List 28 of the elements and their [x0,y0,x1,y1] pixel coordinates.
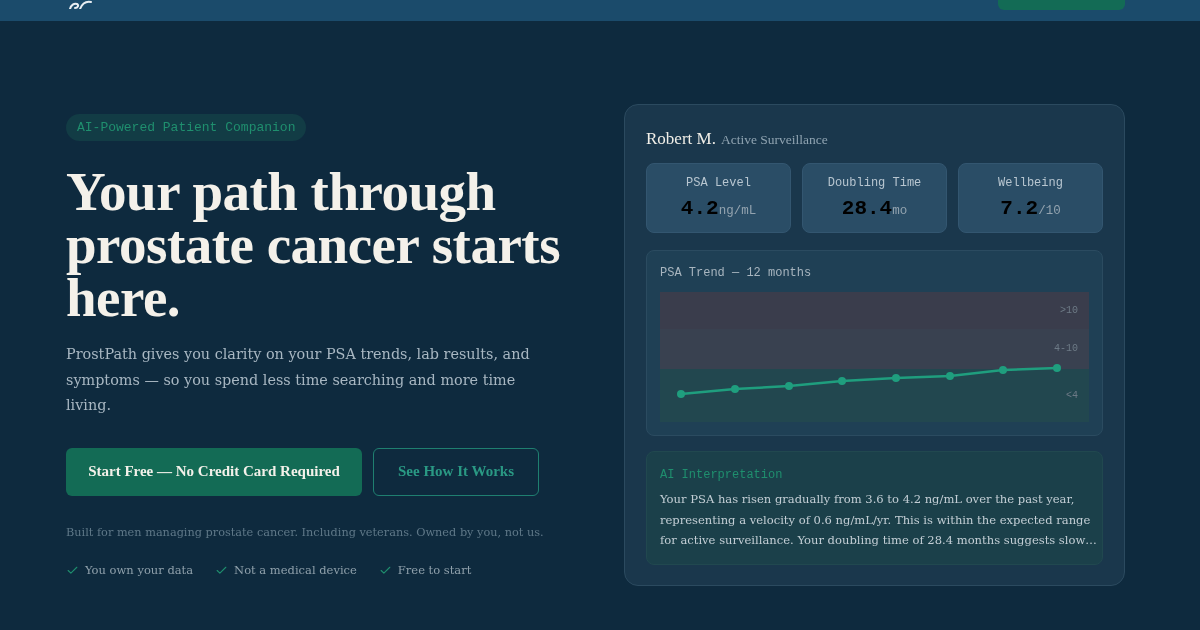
patient-status: Active Surveillance [720,131,828,149]
logo-icon [68,0,92,9]
hero-description: ProstPath gives you clarity on your PSA trends, lab results, and symptoms — so you spend less time searching and more time living. [66,345,531,415]
stat-value: 4.2 [680,196,719,223]
stat-value: 7.2 [1000,196,1039,223]
how-it-works-button[interactable]: See How It Works [373,447,539,496]
audience-note: Built for men managing prostate cancer. Including veterans. Owned by you, not us. [66,524,544,541]
nav-button[interactable] [998,0,1125,10]
stat-unit: /10 [1038,203,1061,221]
start-free-button[interactable]: Start Free — No Credit Card Required [66,447,362,496]
band-label: 4-10 [1054,344,1078,355]
stat-unit: ng/mL [718,203,757,221]
ai-interpretation-title: AI Interpretation [660,467,784,485]
stat-value: 28.4 [841,196,893,223]
chart-title: PSA Trend — 12 months [660,265,813,283]
ai-interpretation-text: Your PSA has risen gradually from 3.6 to 4.2 ng/mL over the past year, representing a velocity of 0.6 ng/mL/yr. This is within the expected range for active surveillance. Your doubling time of 28.4 months suggests slow… [660,491,1098,550]
feature-text: You own your data [85,561,194,579]
stat-unit: mo [892,204,908,221]
feature-badge: AI-Powered Patient Companion [66,114,307,141]
stat-label: Doubling Time [827,175,922,192]
band-label: >10 [1060,305,1078,316]
stat-label: Wellbeing [998,175,1063,192]
patient-name: Robert M. [646,128,716,150]
feature-text: Free to start [397,561,472,579]
band-label: <4 [1066,390,1078,401]
stat-label: PSA Level [686,175,751,192]
hero-heading: Your path through prostate cancer starts here. [66,165,562,324]
feature-text: Not a medical device [234,561,357,579]
